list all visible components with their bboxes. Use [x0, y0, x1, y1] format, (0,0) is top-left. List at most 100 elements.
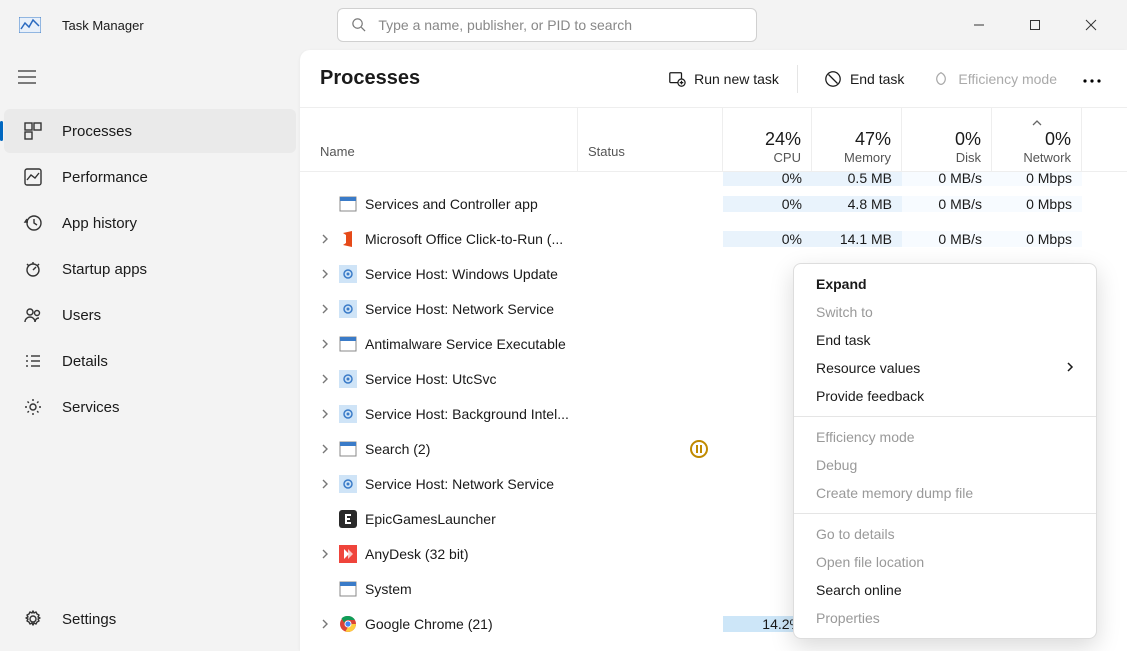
ctx-feedback[interactable]: Provide feedback [794, 382, 1096, 410]
nav-label: Startup apps [62, 261, 147, 278]
nav-label: App history [62, 215, 137, 232]
nav-details[interactable]: Details [4, 339, 296, 383]
ctx-debug: Debug [794, 451, 1096, 479]
mem-cell: 14.1 MB [812, 231, 902, 247]
process-row[interactable]: Microsoft Office Click-to-Run (... 0%14.1… [300, 221, 1127, 256]
col-network[interactable]: 0% Network [992, 108, 1082, 171]
nav-processes[interactable]: Processes [4, 109, 296, 153]
nav-performance[interactable]: Performance [4, 155, 296, 199]
expand-chevron-icon[interactable] [315, 444, 335, 454]
expand-chevron-icon[interactable] [315, 234, 335, 244]
chevron-right-icon [1066, 360, 1074, 376]
ctx-details: Go to details [794, 520, 1096, 548]
ctx-switch: Switch to [794, 298, 1096, 326]
end-task-button[interactable]: End task [814, 64, 914, 94]
process-row[interactable]: Services and Controller app0%4.8 MB0 MB/… [300, 186, 1127, 221]
process-name: Service Host: Network Service [365, 301, 554, 317]
nav-services[interactable]: Services [4, 385, 296, 429]
net-cell: 0 Mbps [992, 172, 1082, 186]
net-cell: 0 Mbps [992, 231, 1082, 247]
disk-cell: 0 MB/s [902, 231, 992, 247]
titlebar: Task Manager [0, 0, 1127, 50]
search-box[interactable] [337, 8, 757, 42]
ctx-properties: Properties [794, 604, 1096, 632]
page-title: Processes [320, 67, 420, 90]
process-name: Service Host: Windows Update [365, 266, 558, 282]
app-title: Task Manager [62, 18, 144, 33]
col-disk[interactable]: 0% Disk [902, 108, 992, 171]
paused-icon [690, 440, 708, 458]
process-row[interactable]: Service Host: Bluetooth Audio ...0%0.5 M… [300, 172, 1127, 186]
ctx-dump: Create memory dump file [794, 479, 1096, 507]
expand-chevron-icon[interactable] [315, 339, 335, 349]
expand-chevron-icon[interactable] [315, 479, 335, 489]
process-name: Service Host: UtcSvc [365, 371, 496, 387]
toolbar: Processes Run new task End task Efficien… [300, 50, 1127, 108]
epic-icon [339, 510, 357, 528]
gear-icon [339, 265, 357, 283]
nav-label: Services [62, 399, 120, 416]
ctx-end-task[interactable]: End task [794, 326, 1096, 354]
run-task-button[interactable]: Run new task [658, 64, 789, 94]
settings-icon [22, 608, 44, 630]
col-cpu[interactable]: 24% CPU [723, 108, 812, 171]
efficiency-label: Efficiency mode [958, 71, 1057, 87]
process-name: Service Host: Network Service [365, 476, 554, 492]
details-icon [22, 350, 44, 372]
search-icon [351, 17, 366, 37]
col-name[interactable]: Name [300, 108, 578, 171]
users-icon [22, 304, 44, 326]
sort-indicator-icon [1032, 114, 1042, 129]
minimize-button[interactable] [951, 0, 1007, 50]
process-name: Service Host: Background Intel... [365, 406, 569, 422]
expand-chevron-icon[interactable] [315, 374, 335, 384]
process-name: Antimalware Service Executable [365, 336, 566, 352]
ctx-expand[interactable]: Expand [794, 270, 1096, 298]
col-status[interactable]: Status [578, 108, 723, 171]
expand-chevron-icon[interactable] [315, 619, 335, 629]
more-button[interactable] [1077, 64, 1107, 94]
cpu-cell: 0% [723, 231, 812, 247]
col-memory[interactable]: 47% Memory [812, 108, 902, 171]
context-menu: Expand Switch to End task Resource value… [793, 263, 1097, 639]
expand-chevron-icon[interactable] [315, 304, 335, 314]
ctx-search-online[interactable]: Search online [794, 576, 1096, 604]
nav-users[interactable]: Users [4, 293, 296, 337]
nav-toggle-button[interactable] [0, 60, 300, 99]
disk-cell: 0 MB/s [902, 196, 992, 212]
process-name: Google Chrome (21) [365, 616, 493, 632]
ctx-efficiency: Efficiency mode [794, 423, 1096, 451]
nav-label: Performance [62, 169, 148, 186]
startup-icon [22, 258, 44, 280]
mem-cell: 0.5 MB [812, 172, 902, 186]
ctx-resource-values[interactable]: Resource values [794, 354, 1096, 382]
status-cell [578, 440, 723, 458]
maximize-button[interactable] [1007, 0, 1063, 50]
process-name: System [365, 581, 412, 597]
gear-icon [339, 475, 357, 493]
nav-history[interactable]: App history [4, 201, 296, 245]
process-name: Microsoft Office Click-to-Run (... [365, 231, 563, 247]
column-header: Name Status 24% CPU 47% Memory 0% Disk 0… [300, 108, 1127, 172]
close-button[interactable] [1063, 0, 1119, 50]
sidebar: Processes Performance App history Startu… [0, 50, 300, 651]
nav-settings[interactable]: Settings [4, 597, 296, 641]
net-cell: 0 Mbps [992, 196, 1082, 212]
nav-label: Users [62, 307, 101, 324]
gear-icon [339, 405, 357, 423]
nav-label: Details [62, 353, 108, 370]
expand-chevron-icon[interactable] [315, 269, 335, 279]
history-icon [22, 212, 44, 234]
ctx-open-location: Open file location [794, 548, 1096, 576]
expand-chevron-icon[interactable] [315, 409, 335, 419]
expand-chevron-icon[interactable] [315, 549, 335, 559]
search-input[interactable] [337, 8, 757, 42]
gear-icon [339, 370, 357, 388]
app-icon [18, 17, 42, 33]
end-task-label: End task [850, 71, 904, 87]
nav-startup[interactable]: Startup apps [4, 247, 296, 291]
window-icon [339, 335, 357, 353]
process-name: Services and Controller app [365, 196, 538, 212]
gear-icon [339, 300, 357, 318]
office-icon [339, 230, 357, 248]
